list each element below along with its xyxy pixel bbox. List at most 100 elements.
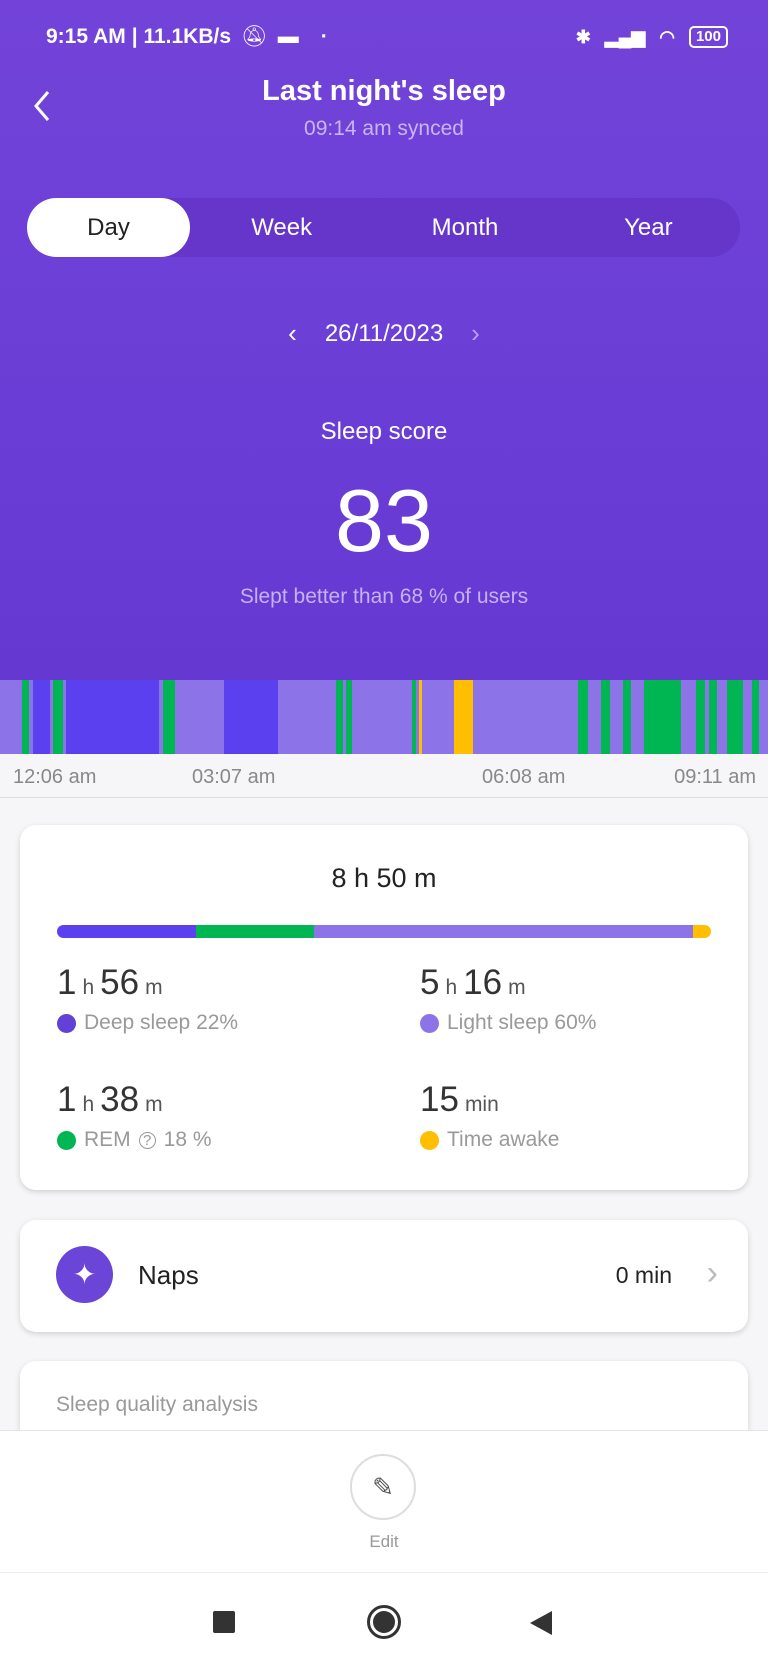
timeline-segment-light [742, 680, 752, 754]
edit-label: Edit [369, 1532, 399, 1551]
sync-status: 09:14 am synced [304, 117, 464, 140]
status-time: 9:15 AM [46, 25, 126, 48]
wifi-icon: ◠ [659, 26, 675, 47]
tab-week[interactable]: Week [190, 198, 373, 257]
status-bar: 9:15 AM | 11.1KB/s 🔕︎ ▬ · ✱ ▂▄▆ ◠ 100 [46, 22, 728, 52]
unit: h [445, 976, 458, 999]
awake-label: Time awake [447, 1128, 560, 1151]
minutes: 16 [463, 963, 503, 1002]
timeline-segment-rem [601, 680, 610, 754]
time-label: 03:07 am [192, 766, 276, 788]
unit: m [145, 976, 163, 999]
timeline-segment-light [174, 680, 224, 754]
rem-dot-icon [57, 1130, 76, 1150]
sleep-summary-card: 8 h 50 m 1 h 56 m Deep sleep 22% 5 h 16 m Ligh… [20, 825, 748, 1190]
time-label: 12:06 am [13, 766, 97, 788]
sleep-quality-title: Sleep quality analysis [56, 1393, 258, 1416]
unit: min [464, 1093, 499, 1116]
unit: h [82, 976, 95, 999]
current-date: 26/11/2023 [324, 319, 444, 347]
proportion-light [313, 925, 693, 938]
period-tabs: Day Week Month Year [27, 198, 740, 257]
network-speed: | 11.1KB/s [131, 25, 232, 48]
stage-proportion-bar [57, 925, 711, 938]
deep-sleep-dot-icon [57, 1013, 76, 1033]
minutes: 38 [100, 1080, 140, 1119]
timeline-segment-light [680, 680, 697, 754]
sleep-score-comparison: Slept better than 68 % of users [239, 585, 529, 608]
deep-sleep-stat: 1 h 56 m Deep sleep 22% [57, 963, 357, 1035]
time-label: 06:08 am [482, 766, 566, 788]
naps-label: Naps [138, 1260, 199, 1290]
edit-button[interactable]: ✎ [350, 1454, 416, 1520]
awake-stat: 15 min Time awake [420, 1080, 720, 1152]
awake-dot-icon [420, 1130, 439, 1150]
tab-month[interactable]: Month [373, 198, 556, 257]
signal-icon: ▂▄▆ [604, 26, 646, 47]
timeline-segment-light [277, 680, 336, 754]
home-circle-icon[interactable] [367, 1605, 401, 1639]
help-icon[interactable]: ? [138, 1131, 156, 1149]
timeline-segment-rem [708, 680, 717, 754]
timeline-time-labels: 12:06 am 03:07 am 06:08 am 09:11 am [0, 754, 768, 798]
sleep-stage-timeline[interactable] [0, 680, 768, 754]
deep-sleep-label: Deep sleep 22% [84, 1011, 239, 1034]
timeline-segment-light [587, 680, 602, 754]
timeline-segment-light [0, 680, 23, 754]
timeline-segment-light [609, 680, 624, 754]
time-label: 09:11 am [674, 766, 756, 788]
timeline-segment-rem [163, 680, 175, 754]
page-title: Last night's sleep [262, 75, 506, 107]
hours: 1 [57, 1080, 77, 1119]
proportion-awake [693, 925, 711, 938]
naps-row[interactable]: ✦ Naps 0 min › [20, 1220, 748, 1332]
timeline-segment-rem [727, 680, 743, 754]
tab-day[interactable]: Day [27, 198, 190, 257]
battery-icon: 100 [688, 26, 728, 48]
rem-stat: 1 h 38 m REM? 18 % [57, 1080, 357, 1152]
previous-day-chevron-icon[interactable]: ‹ [288, 318, 297, 349]
timeline-segment-rem [335, 680, 343, 754]
date-navigator: ‹ 26/11/2023 › [0, 318, 768, 349]
edit-icon: ✎ [372, 1471, 394, 1502]
sparkle-icon: ✦ [56, 1246, 113, 1303]
unit: m [508, 976, 526, 999]
next-day-chevron-icon[interactable]: › [471, 318, 480, 349]
timeline-segment-deep [223, 680, 278, 754]
hours: 1 [57, 963, 77, 1002]
unit: m [145, 1093, 163, 1116]
timeline-segment-rem [644, 680, 681, 754]
bottom-action-bar: ✎ Edit [0, 1430, 768, 1572]
timeline-segment-deep [66, 680, 160, 754]
message-icon: ▬ [277, 25, 299, 48]
timeline-segment-rem [751, 680, 760, 754]
header: 9:15 AM | 11.1KB/s 🔕︎ ▬ · ✱ ▂▄▆ ◠ 100 La… [0, 0, 768, 680]
proportion-rem [196, 925, 314, 938]
timeline-segment-light [630, 680, 645, 754]
total-sleep-duration: 8 h 50 m [331, 863, 437, 893]
bell-off-icon: 🔕︎ [241, 25, 268, 48]
light-sleep-dot-icon [420, 1013, 439, 1033]
light-sleep-stat: 5 h 16 m Light sleep 60% [420, 963, 720, 1035]
timeline-segment-light [472, 680, 578, 754]
proportion-deep [57, 925, 197, 938]
light-sleep-label: Light sleep 60% [447, 1011, 597, 1034]
rem-label: REM [84, 1128, 131, 1151]
sleep-score-label: Sleep score [320, 418, 448, 445]
timeline-segment-deep [33, 680, 51, 754]
system-nav-bar [0, 1572, 768, 1664]
dot-icon: · [320, 25, 328, 48]
timeline-segment-rem [623, 680, 631, 754]
rem-percent: 18 % [163, 1128, 212, 1151]
timeline-segment-light [716, 680, 728, 754]
back-triangle-icon[interactable] [528, 1609, 554, 1637]
tab-year[interactable]: Year [557, 198, 740, 257]
timeline-segment-rem [52, 680, 63, 754]
recents-square-icon[interactable] [213, 1611, 235, 1633]
sleep-score-value: 83 [335, 471, 433, 570]
chevron-right-icon: › [706, 1254, 718, 1292]
bluetooth-icon: ✱ [575, 26, 591, 47]
naps-value: 0 min [615, 1262, 672, 1288]
timeline-segment-awake [454, 680, 473, 754]
minutes: 15 [420, 1080, 459, 1119]
